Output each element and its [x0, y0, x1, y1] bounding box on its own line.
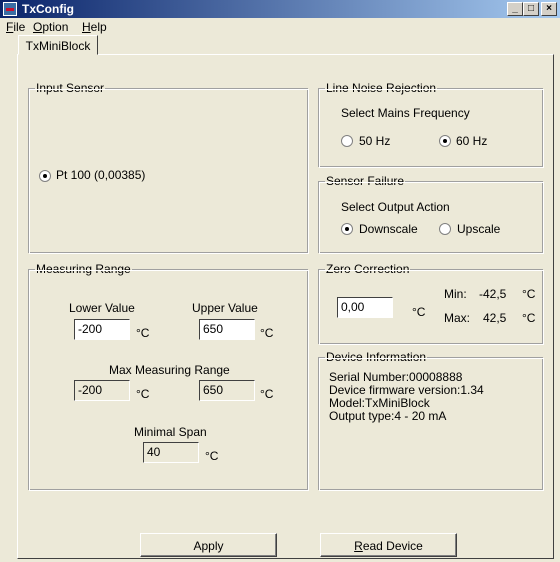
sensor-failure-group: Sensor Failure Select Output Action Down… — [318, 174, 544, 254]
firmware-version: Device firmware version:1.34 — [329, 383, 484, 397]
max-upper-unit: °C — [260, 387, 274, 401]
label-downscale[interactable]: Downscale — [359, 222, 418, 236]
input-sensor-title: Input Sensor — [35, 81, 106, 95]
menu-help[interactable]: Help — [82, 20, 107, 34]
apply-button[interactable]: Apply — [140, 533, 277, 557]
minimal-span-label: Minimal Span — [134, 425, 207, 439]
minimize-button[interactable]: _ — [507, 2, 523, 16]
max-label: Max: — [444, 311, 471, 325]
minimal-span-field: 40 — [143, 442, 199, 463]
max-value: 42,5 — [483, 311, 507, 325]
app-icon — [3, 2, 17, 16]
measuring-range-group: Measuring Range Lower Value -200 °C Uppe… — [28, 262, 309, 491]
pt100-radio[interactable] — [39, 170, 51, 182]
minimal-span-unit: °C — [205, 449, 219, 463]
zero-correction-unit: °C — [412, 305, 426, 319]
min-value: -42,5 — [479, 287, 507, 301]
measuring-range-title: Measuring Range — [35, 262, 132, 276]
min-unit: °C — [522, 287, 536, 301]
max-unit: °C — [522, 311, 536, 325]
zero-correction-group: Zero Correction 0,00 °C Min: -42,5 °C Ma… — [318, 262, 544, 345]
input-sensor-group: Input Sensor Pt 100 (0,00385) — [28, 81, 309, 254]
upper-value-unit: °C — [260, 326, 274, 340]
min-label: Min: — [444, 287, 467, 301]
tab-txminiblock[interactable]: TxMiniBlock — [18, 35, 98, 55]
radio-50hz[interactable] — [341, 135, 353, 147]
max-range-label: Max Measuring Range — [109, 363, 230, 377]
title-bar[interactable]: TxConfig _ □ × — [0, 0, 560, 18]
line-noise-title: Line Noise Rejection — [325, 81, 438, 95]
zero-correction-input[interactable]: 0,00 — [337, 297, 393, 318]
menu-file[interactable]: File — [6, 20, 25, 34]
max-upper-field: 650 — [199, 380, 255, 401]
sensor-failure-title: Sensor Failure — [325, 174, 406, 188]
radio-60hz[interactable] — [439, 135, 451, 147]
output-action-label: Select Output Action — [341, 200, 450, 214]
device-info-group: Device Information Serial Number:0000888… — [318, 350, 544, 491]
zero-correction-title: Zero Correction — [325, 262, 411, 276]
menu-bar: File Option Help — [0, 18, 560, 36]
lower-value-unit: °C — [136, 326, 150, 340]
max-lower-unit: °C — [136, 387, 150, 401]
read-device-button[interactable]: Read Device — [320, 533, 457, 557]
label-60hz[interactable]: 60 Hz — [456, 134, 487, 148]
lower-value-input[interactable]: -200 — [74, 319, 130, 340]
radio-downscale[interactable] — [341, 223, 353, 235]
device-info-title: Device Information — [325, 350, 428, 364]
lower-value-label: Lower Value — [69, 301, 135, 315]
maximize-button[interactable]: □ — [523, 2, 539, 16]
line-noise-group: Line Noise Rejection Select Mains Freque… — [318, 81, 544, 168]
output-type: Output type:4 - 20 mA — [329, 409, 447, 423]
label-upscale[interactable]: Upscale — [457, 222, 500, 236]
upper-value-input[interactable]: 650 — [199, 319, 255, 340]
close-button[interactable]: × — [541, 2, 557, 16]
upper-value-label: Upper Value — [192, 301, 258, 315]
mains-frequency-label: Select Mains Frequency — [341, 106, 470, 120]
pt100-label[interactable]: Pt 100 (0,00385) — [56, 168, 145, 182]
window-title: TxConfig — [22, 2, 74, 16]
menu-option[interactable]: Option — [33, 20, 68, 34]
device-model: Model:TxMiniBlock — [329, 396, 430, 410]
max-lower-field: -200 — [74, 380, 130, 401]
radio-upscale[interactable] — [439, 223, 451, 235]
serial-number: Serial Number:00008888 — [329, 370, 463, 384]
app-window: TxConfig _ □ × File Option Help TxMiniBl… — [0, 0, 560, 562]
label-50hz[interactable]: 50 Hz — [359, 134, 390, 148]
